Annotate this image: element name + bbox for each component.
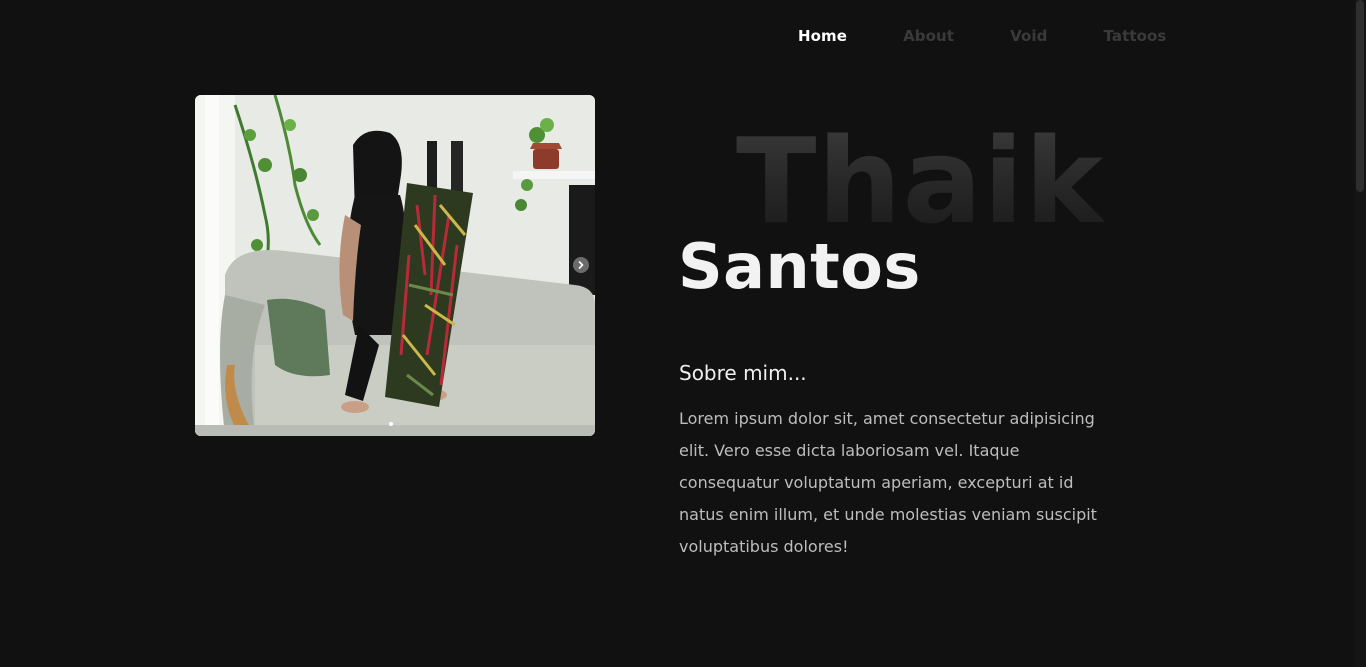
- photo-slider[interactable]: [195, 95, 595, 436]
- scrollbar-thumb[interactable]: [1356, 0, 1364, 192]
- slider-dot[interactable]: [396, 422, 400, 426]
- hero-last-name: Santos: [678, 230, 921, 303]
- nav-void-link[interactable]: Void: [1010, 27, 1047, 45]
- hero-first-name: Thaik: [736, 112, 1105, 250]
- nav-about-link[interactable]: About: [903, 27, 954, 45]
- page-scrollbar[interactable]: [1354, 0, 1366, 667]
- slide-photo: [195, 95, 595, 436]
- page: Home About Void Tattoos Thaik Santos Sob…: [0, 0, 1366, 667]
- about-heading: Sobre mim...: [679, 361, 807, 385]
- slider-next-button[interactable]: [573, 257, 589, 273]
- chevron-right-icon: [578, 261, 584, 269]
- slider-pagination: [389, 422, 403, 426]
- nav-tattoos-link[interactable]: Tattoos: [1103, 27, 1166, 45]
- nav-home-link[interactable]: Home: [798, 27, 847, 45]
- main-nav: Home About Void Tattoos: [798, 24, 1166, 48]
- slider-dot[interactable]: [389, 422, 393, 426]
- about-text: Lorem ipsum dolor sit, amet consectetur …: [679, 409, 1097, 556]
